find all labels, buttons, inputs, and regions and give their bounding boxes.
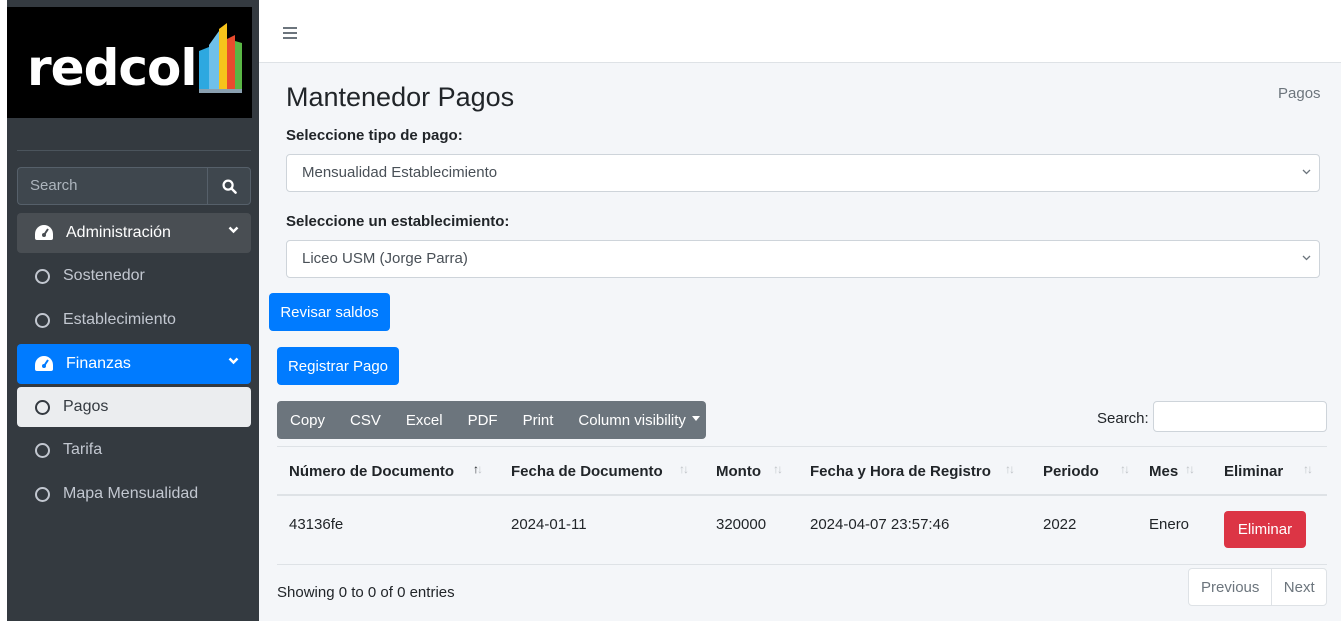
copy-button[interactable]: Copy xyxy=(290,412,325,429)
cell-monto: 320000 xyxy=(716,516,767,533)
chevron-down-icon xyxy=(228,226,239,234)
registrar-pago-button[interactable]: Registrar Pago xyxy=(277,347,399,385)
excel-button[interactable]: Excel xyxy=(406,412,443,429)
column-header-fecha[interactable]: Fecha de Documento xyxy=(511,463,663,480)
chevron-down-icon xyxy=(1302,169,1311,175)
payment-type-label: Seleccione tipo de pago: xyxy=(286,127,463,144)
circle-icon xyxy=(35,486,50,502)
sidebar-item-label: Mapa Mensualidad xyxy=(63,485,199,502)
sidebar: redcol Search Administración Sostenedor … xyxy=(0,0,259,621)
column-header-registro[interactable]: Fecha y Hora de Registro xyxy=(810,463,991,480)
sidebar-search: Search xyxy=(17,167,251,205)
table-search-input[interactable] xyxy=(1153,401,1327,432)
cell-registro: 2024-04-07 23:57:46 xyxy=(810,516,950,533)
csv-button[interactable]: CSV xyxy=(350,412,381,429)
tachometer-icon xyxy=(35,225,53,240)
eliminar-button[interactable]: Eliminar xyxy=(1224,511,1306,548)
cell-periodo: 2022 xyxy=(1043,516,1077,533)
payment-type-select[interactable]: Mensualidad Establecimiento xyxy=(286,154,1320,192)
payment-type-value: Mensualidad Establecimiento xyxy=(302,164,498,181)
window-edge xyxy=(0,0,7,621)
circle-icon xyxy=(35,312,50,328)
sidebar-item-label: Sostenedor xyxy=(63,267,145,284)
previous-page-button[interactable]: Previous xyxy=(1189,569,1273,605)
circle-icon xyxy=(35,442,50,458)
sort-icon: ↑↓ xyxy=(773,462,783,476)
table-search-label: Search: xyxy=(1097,410,1149,427)
caret-down-icon xyxy=(691,416,700,422)
school-label: Seleccione un establecimiento: xyxy=(286,213,510,230)
topbar xyxy=(259,0,1341,63)
cell-documento: 43136fe xyxy=(289,516,344,533)
column-header-eliminar[interactable]: Eliminar xyxy=(1224,463,1283,480)
sidebar-item-label: Tarifa xyxy=(63,441,103,458)
sidebar-item-establecimiento[interactable]: Establecimiento xyxy=(17,300,251,340)
cell-mes: Enero xyxy=(1149,516,1190,533)
pagination: Previous Next xyxy=(1188,568,1327,606)
sidebar-item-finanzas[interactable]: Finanzas xyxy=(17,344,251,384)
column-header-mes[interactable]: Mes xyxy=(1149,463,1178,480)
sidebar-divider xyxy=(17,150,251,151)
sort-icon: ↑↓ xyxy=(1005,462,1015,476)
school-select[interactable]: Liceo USM (Jorge Parra) xyxy=(286,240,1320,278)
cell-fecha: 2024-01-11 xyxy=(511,516,587,533)
pdf-button[interactable]: PDF xyxy=(468,412,498,429)
sidebar-item-administracion[interactable]: Administración xyxy=(17,213,251,253)
table-header: Número de Documento ↑↓ Fecha de Document… xyxy=(277,446,1327,496)
column-header-periodo[interactable]: Periodo xyxy=(1043,463,1099,480)
menu-toggle-icon[interactable] xyxy=(283,27,297,39)
column-header-monto[interactable]: Monto xyxy=(716,463,761,480)
brand-name: redcol xyxy=(27,39,197,97)
circle-icon xyxy=(35,268,50,284)
sidebar-item-label: Administración xyxy=(66,224,171,241)
next-page-button[interactable]: Next xyxy=(1272,569,1326,605)
school-value: Liceo USM (Jorge Parra) xyxy=(302,250,468,267)
page-title: Mantenedor Pagos xyxy=(286,82,515,112)
sort-icon: ↑↓ xyxy=(1185,462,1195,476)
table-info: Showing 0 to 0 of 0 entries xyxy=(277,584,455,601)
sidebar-item-sostenedor[interactable]: Sostenedor xyxy=(17,256,251,296)
sort-icon: ↑↓ xyxy=(679,462,689,476)
search-icon xyxy=(221,178,237,194)
books-logo-icon xyxy=(199,23,242,93)
sidebar-item-mapa-mensualidad[interactable]: Mapa Mensualidad xyxy=(17,474,251,514)
tachometer-icon xyxy=(35,356,53,371)
sidebar-item-label: Establecimiento xyxy=(63,311,176,328)
column-visibility-label: Column visibility xyxy=(578,411,686,429)
column-visibility-button[interactable]: Column visibility xyxy=(578,412,700,429)
circle-icon xyxy=(35,399,50,415)
sort-asc-icon: ↑↓ xyxy=(473,462,483,476)
column-header-documento[interactable]: Número de Documento xyxy=(289,463,454,480)
revisar-saldos-button[interactable]: Revisar saldos xyxy=(269,293,390,331)
sidebar-item-pagos[interactable]: Pagos xyxy=(17,387,251,427)
sidebar-item-label: Finanzas xyxy=(66,355,131,372)
sort-icon: ↑↓ xyxy=(1303,462,1313,476)
chevron-down-icon xyxy=(1302,255,1311,261)
breadcrumb[interactable]: Pagos xyxy=(1278,85,1321,102)
row-divider xyxy=(277,564,1327,565)
sidebar-item-label: Pagos xyxy=(63,398,109,415)
search-button[interactable] xyxy=(207,167,251,205)
brand-logo[interactable]: redcol xyxy=(7,7,252,118)
chevron-down-icon xyxy=(228,357,239,365)
sort-icon: ↑↓ xyxy=(1120,462,1130,476)
sidebar-search-input[interactable]: Search xyxy=(17,167,207,205)
export-toolbar: Copy CSV Excel PDF Print Column visibili… xyxy=(277,401,706,439)
print-button[interactable]: Print xyxy=(523,412,554,429)
sidebar-item-tarifa[interactable]: Tarifa xyxy=(17,430,251,470)
